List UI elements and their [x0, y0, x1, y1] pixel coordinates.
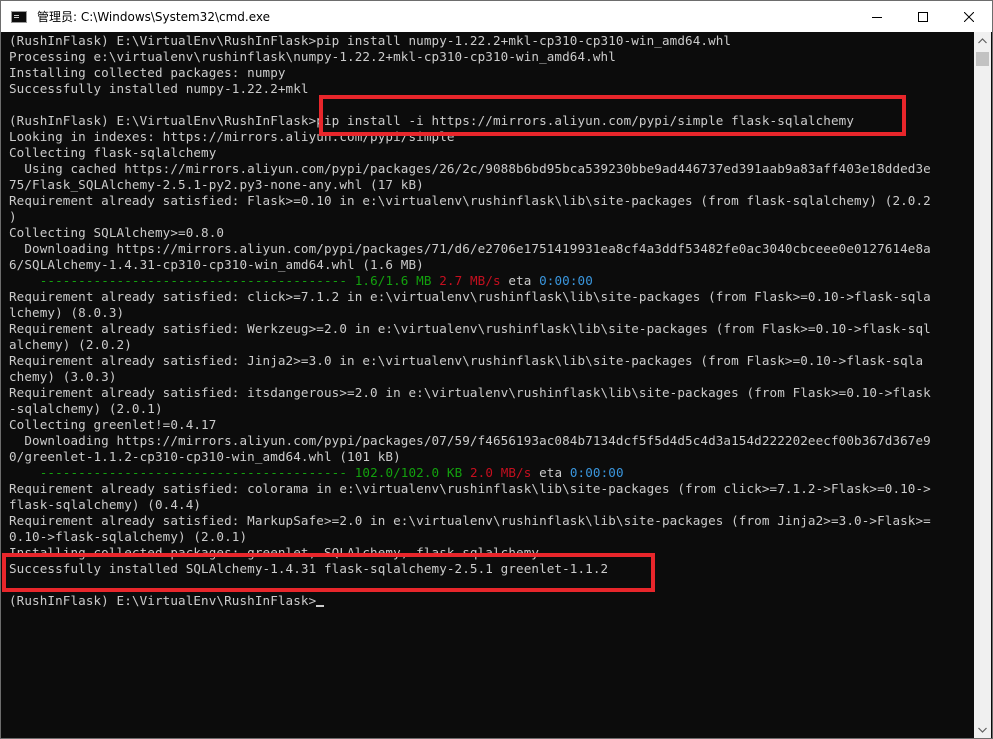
console-line: Successfully installed numpy-1.22.2+mkl: [9, 81, 309, 96]
cmd-icon[interactable]: [11, 10, 27, 23]
progress-line-greenlet: ----------------------------------------…: [9, 465, 624, 481]
console-line: Requirement already satisfied: colorama …: [9, 481, 931, 496]
eta-label: eta: [508, 273, 532, 288]
scroll-thumb[interactable]: [976, 52, 989, 66]
title-bar[interactable]: 管理员: C:\Windows\System32\cmd.exe: [1, 1, 992, 32]
console-line: Requirement already satisfied: MarkupSaf…: [9, 513, 931, 528]
vertical-scrollbar[interactable]: [974, 32, 991, 738]
download-speed: 2.7 MB/s: [439, 273, 501, 288]
console-line: alchemy) (2.0.2): [9, 337, 132, 352]
command-prompt: (RushInFlask) E:\VirtualEnv\RushInFlask>: [9, 593, 317, 608]
console-line: Requirement already satisfied: Werkzeug>…: [9, 321, 931, 336]
console-line: Processing e:\virtualenv\rushinflask\num…: [9, 49, 616, 64]
console-line: Installing collected packages: numpy: [9, 65, 286, 80]
download-speed: 2.0 MB/s: [469, 465, 532, 480]
caption-buttons: [854, 1, 992, 32]
scroll-up-button[interactable]: [974, 32, 991, 49]
console-output[interactable]: (RushInFlask) E:\VirtualEnv\RushInFlask>…: [2, 32, 968, 738]
eta-label: eta: [539, 465, 563, 480]
maximize-icon: [918, 11, 928, 22]
chevron-up-icon: [978, 37, 987, 43]
console-line: Using cached https://mirrors.aliyun.com/…: [9, 161, 931, 176]
maximize-button[interactable]: [900, 1, 946, 32]
console-line: lchemy) (8.0.3): [9, 305, 125, 320]
console-line: Installing collected packages: greenlet,…: [9, 545, 540, 560]
console-line: Downloading https://mirrors.aliyun.com/p…: [9, 433, 931, 448]
console-line: Collecting greenlet!=0.4.17: [9, 417, 217, 432]
progress-bar: ----------------------------------------: [39, 273, 348, 288]
console-line: 0/greenlet-1.1.2-cp310-cp310-win_amd64.w…: [9, 449, 401, 464]
console-line: Collecting SQLAlchemy>=0.8.0: [9, 225, 225, 240]
console-line: Requirement already satisfied: click>=7.…: [9, 289, 931, 304]
console-line: (RushInFlask) E:\VirtualEnv\RushInFlask>…: [9, 113, 855, 128]
console-line: Requirement already satisfied: Jinja2>=3…: [9, 353, 924, 368]
console-line: (RushInFlask) E:\VirtualEnv\RushInFlask>…: [9, 33, 732, 48]
eta-value: 0:00:00: [569, 465, 624, 480]
progress-bar: ----------------------------------------: [39, 465, 348, 480]
download-size: 1.6/1.6 MB: [354, 273, 432, 288]
console-prompt-line[interactable]: (RushInFlask) E:\VirtualEnv\RushInFlask>: [9, 593, 325, 609]
progress-line-sqlalchemy: ----------------------------------------…: [9, 273, 593, 289]
console-line: chemy) (3.0.3): [9, 369, 117, 384]
close-icon: [964, 11, 974, 22]
minimize-button[interactable]: [854, 1, 900, 32]
minimize-icon: [872, 16, 882, 18]
eta-value: 0:00:00: [539, 273, 593, 288]
close-button[interactable]: [946, 1, 992, 32]
console-line: Successfully installed SQLAlchemy-1.4.31…: [9, 561, 609, 576]
console-line: flask-sqlalchemy) (0.4.4): [9, 497, 202, 512]
console-line: Downloading https://mirrors.aliyun.com/p…: [9, 241, 931, 256]
download-size: 102.0/102.0 KB: [354, 465, 463, 480]
scroll-down-button[interactable]: [974, 721, 991, 738]
console-line: 75/Flask_SQLAlchemy-2.5.1-py2.py3-none-a…: [9, 177, 424, 192]
console-line: Collecting flask-sqlalchemy: [9, 145, 217, 160]
console-line: Looking in indexes: https://mirrors.aliy…: [9, 129, 455, 144]
console-line: -sqlalchemy) (2.0.1): [9, 401, 163, 416]
window-title: 管理员: C:\Windows\System32\cmd.exe: [37, 10, 270, 24]
text-cursor: [316, 605, 325, 607]
console-line: 6/SQLAlchemy-1.4.31-cp310-cp310-win_amd6…: [9, 257, 424, 272]
console-line: Requirement already satisfied: Flask>=0.…: [9, 193, 931, 208]
cmd-window: 管理员: C:\Windows\System32\cmd.exe (RushIn…: [0, 0, 993, 739]
console-line: Requirement already satisfied: itsdanger…: [9, 385, 931, 400]
console-line: ): [9, 209, 17, 224]
chevron-down-icon: [978, 727, 987, 733]
console-line: 0.10->flask-sqlalchemy) (2.0.1): [9, 529, 248, 544]
